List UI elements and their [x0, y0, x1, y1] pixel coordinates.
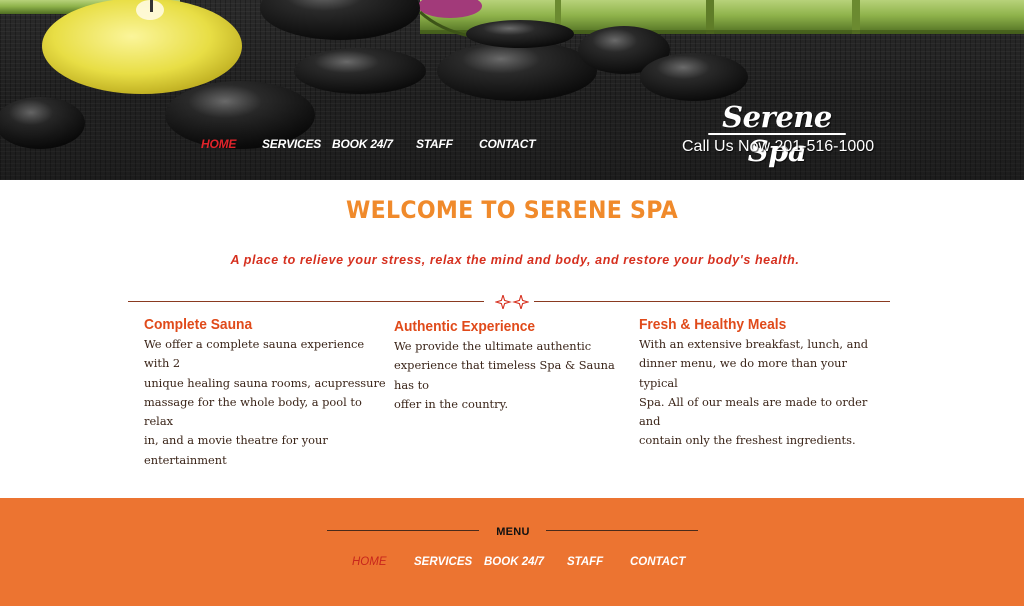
feature-heading: Fresh & Healthy Meals — [639, 316, 787, 333]
feature-body: With an extensive breakfast, lunch, and … — [639, 335, 879, 451]
nav-home[interactable]: HOME — [201, 137, 236, 151]
feature-healthy-meals: Fresh & Healthy Meals With an extensive … — [639, 316, 879, 451]
footer-nav-staff[interactable]: STAFF — [567, 556, 603, 568]
footer-nav-home[interactable]: HOME — [352, 556, 387, 568]
feature-body-line: entertainment — [144, 452, 227, 467]
feature-body-line: dinner menu, we do more than your typica… — [639, 356, 847, 390]
feature-heading: Complete Sauna — [144, 316, 253, 333]
divider-line-right — [534, 301, 890, 302]
feature-body-line: in, and a movie theatre for your — [144, 433, 328, 448]
divider-line-left — [128, 301, 484, 302]
footer-divider-left — [327, 530, 479, 531]
footer-menu-label: MENU — [496, 526, 530, 538]
footer-nav-book[interactable]: BOOK 24/7 — [484, 556, 544, 568]
nav-services[interactable]: SERVICES — [262, 137, 321, 151]
footer-divider-right — [546, 530, 698, 531]
sparkle-ornament-icon — [495, 295, 529, 309]
page-title: WELCOME TO SERENE SPA — [345, 196, 679, 224]
footer: MENU HOME SERVICES BOOK 24/7 STAFF CONTA… — [0, 498, 1024, 606]
nav-book[interactable]: BOOK 24/7 — [332, 137, 393, 151]
footer-nav-contact[interactable]: CONTACT — [630, 556, 685, 568]
feature-body: We provide the ultimate authentic experi… — [394, 337, 636, 414]
feature-body-line: We offer a complete sauna experience wit… — [144, 337, 365, 371]
feature-authentic-experience: Authentic Experience We provide the ulti… — [394, 318, 636, 414]
footer-nav-services[interactable]: SERVICES — [414, 556, 472, 568]
feature-complete-sauna: Complete Sauna We offer a complete sauna… — [144, 316, 389, 470]
nav-contact[interactable]: CONTACT — [479, 137, 536, 151]
feature-body: We offer a complete sauna experience wit… — [144, 335, 389, 470]
feature-body-line: unique healing sauna rooms, acupressure — [144, 375, 386, 390]
feature-body-line: Spa. All of our meals are made to order … — [639, 394, 868, 429]
feature-body-line: experience that timeless Spa & Sauna has… — [394, 358, 615, 392]
feature-body-line: contain only the freshest ingredients. — [639, 433, 856, 448]
feature-heading: Authentic Experience — [394, 318, 536, 335]
phone-number[interactable]: Call Us Now 201-516-1000 — [682, 138, 874, 156]
tagline: A place to relieve your stress, relax th… — [230, 253, 800, 267]
nav-staff[interactable]: STAFF — [416, 137, 453, 151]
feature-body-line: massage for the whole body, a pool to re… — [144, 394, 362, 429]
header-hero: HOME SERVICES BOOK 24/7 STAFF CONTACT Se… — [0, 0, 1024, 180]
feature-body-line: With an extensive breakfast, lunch, and — [639, 337, 869, 351]
brand-underline — [708, 133, 846, 135]
feature-body-line: offer in the country. — [394, 396, 509, 411]
feature-body-line: We provide the ultimate authentic — [394, 339, 592, 353]
